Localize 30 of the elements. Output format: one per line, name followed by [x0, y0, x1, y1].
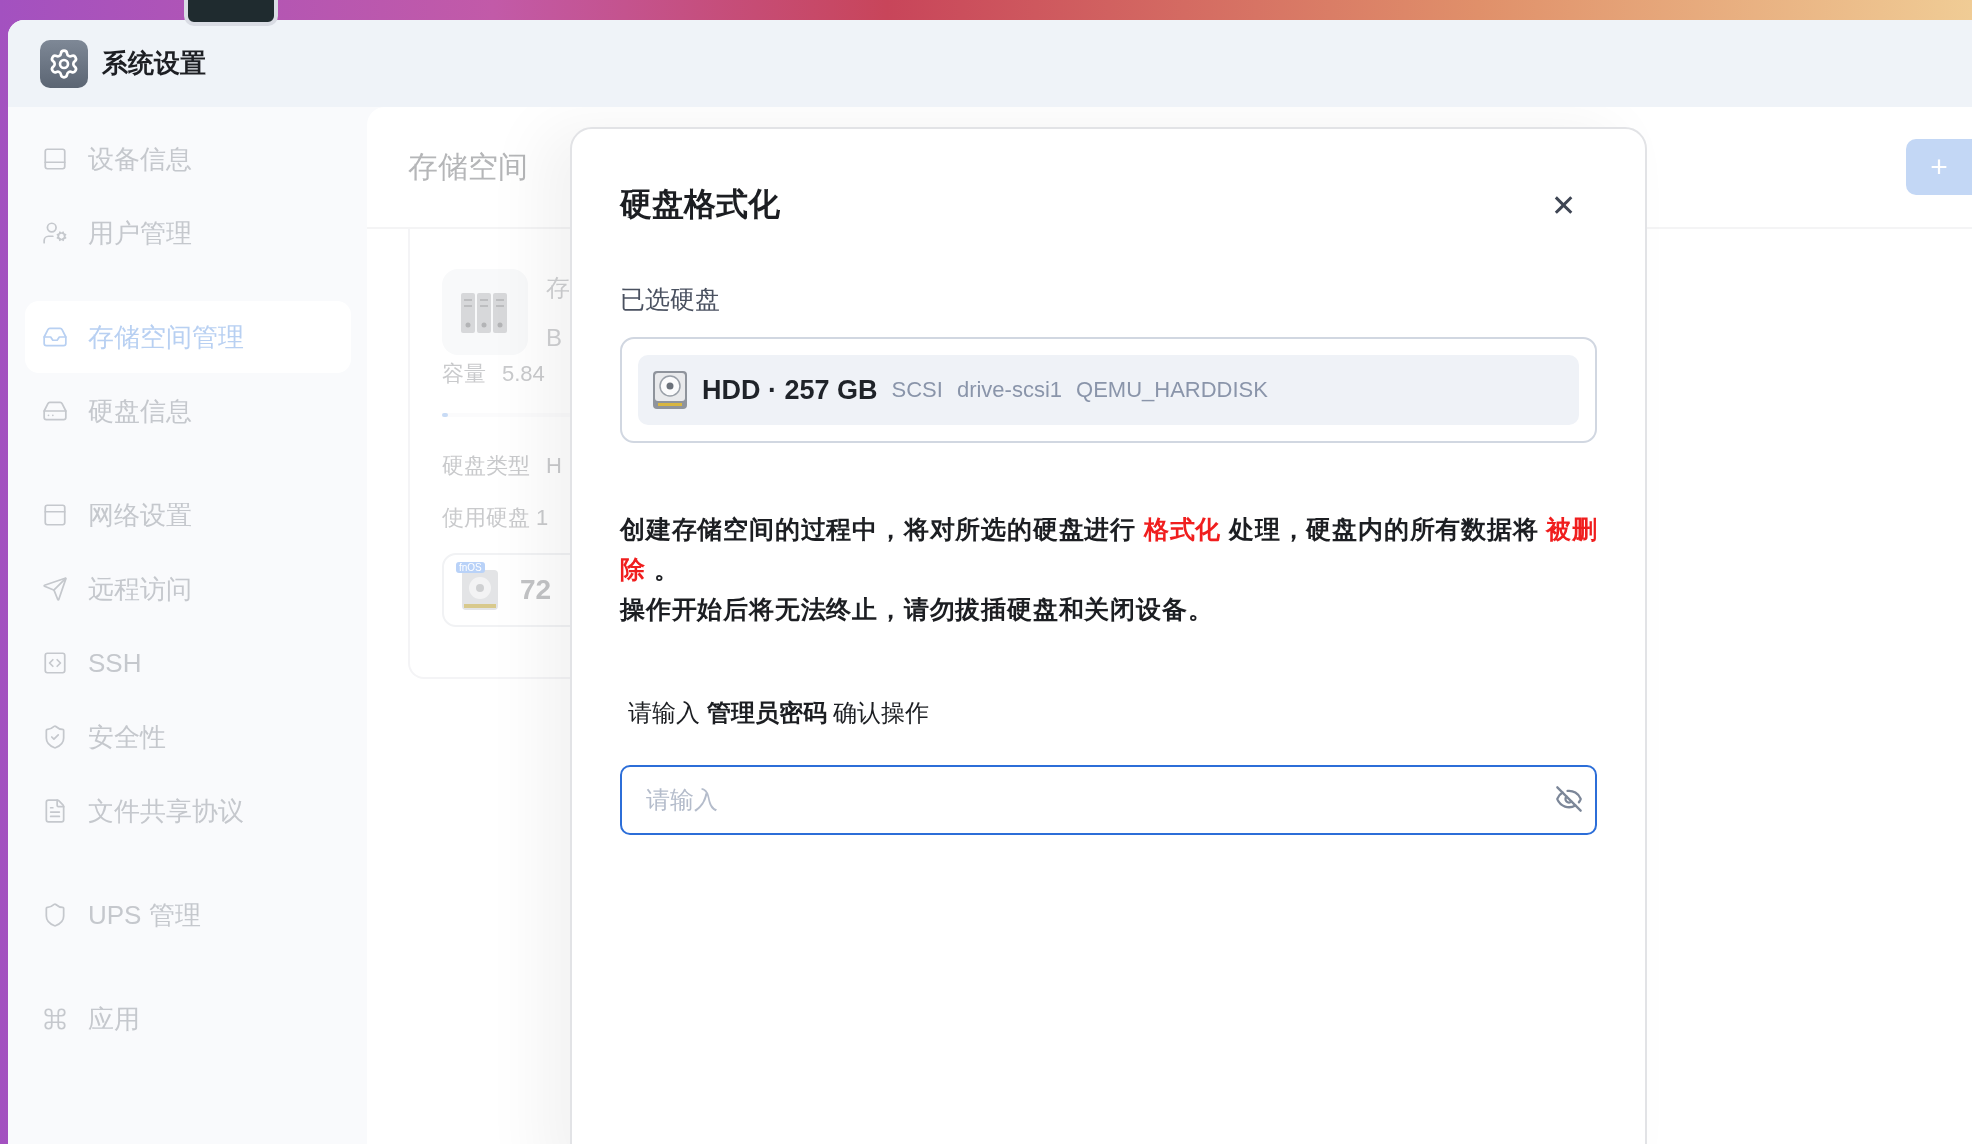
- disk-tag: SCSI: [891, 377, 943, 403]
- panel-icon: [42, 146, 68, 172]
- add-button[interactable]: +: [1906, 139, 1972, 195]
- disk-tag: QEMU_HARDDISK: [1076, 377, 1268, 403]
- document-icon: [42, 798, 68, 824]
- disk-size: 72: [520, 574, 552, 606]
- inbox-icon: [42, 324, 68, 350]
- code-icon: [42, 650, 68, 676]
- disk-tag: drive-scsi1: [956, 377, 1063, 403]
- eye-off-icon[interactable]: [1555, 785, 1583, 813]
- hard-drive-icon: [42, 398, 68, 424]
- sidebar-item[interactable]: 存储空间管理: [25, 301, 351, 373]
- shield-icon: [42, 902, 68, 928]
- selected-disk-label: 已选硬盘: [620, 284, 721, 315]
- command-icon: [42, 1006, 68, 1032]
- password-field[interactable]: 请输入: [620, 765, 1597, 835]
- settings-icon: [40, 39, 88, 88]
- page-title: 存储空间: [408, 148, 528, 185]
- password-prompt: 请输入 管理员密码 确认操作: [628, 698, 931, 728]
- window-title: 系统设置: [102, 47, 206, 80]
- app-icon[interactable]: [184, 0, 278, 26]
- panel-icon: [42, 502, 68, 528]
- warning-text: 创建存储空间的过程中，将对所选的硬盘进行 格式化 处理，硬盘内的所有数据将 被删除 。 操作开始后将无法终止，请勿拔插硬盘和关闭设备。: [620, 514, 1599, 625]
- send-icon: [42, 576, 68, 602]
- shield-check-icon: [42, 724, 68, 750]
- disk-type-size: HDD · 257 GB: [702, 374, 878, 406]
- close-button[interactable]: ✕: [1543, 185, 1583, 225]
- dialog-title: 硬盘格式化: [620, 185, 780, 224]
- user-gear-icon: [42, 220, 68, 246]
- server-icon: [442, 269, 528, 355]
